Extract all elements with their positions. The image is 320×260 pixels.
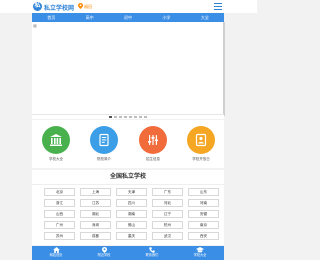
main-nav: 首页 高中 初中 小学 大全 — [32, 13, 224, 22]
slider-dot[interactable] — [139, 116, 142, 118]
region-link[interactable]: 湖北 — [80, 210, 111, 218]
banner-slider[interactable] — [32, 22, 224, 114]
quick-links: 学校大全 院校简介 招生信息 学校开放日 — [32, 120, 224, 168]
nav-home[interactable]: 首页 — [32, 13, 70, 22]
sliders-icon — [139, 126, 167, 154]
region-link[interactable]: 杭州 — [152, 221, 183, 229]
nav-all[interactable]: 大全 — [186, 13, 224, 22]
region-link[interactable]: 河北 — [152, 199, 183, 207]
header: 私 私立学校网 福田 — [0, 0, 257, 13]
region-link[interactable]: 四川 — [116, 199, 147, 207]
tab-label: 联系我们 — [145, 253, 159, 257]
nav-primary-school[interactable]: 小学 — [147, 13, 185, 22]
region-link[interactable]: 浙江 — [44, 199, 75, 207]
tab-nearby[interactable]: 附近学校 — [80, 246, 128, 260]
quick-link-admissions[interactable]: 招生信息 — [139, 126, 167, 162]
region-link[interactable]: 武汉 — [152, 232, 183, 240]
region-link[interactable]: 佛山 — [116, 221, 147, 229]
region-link[interactable]: 广东 — [152, 188, 183, 196]
region-link[interactable]: 河南 — [188, 199, 219, 207]
document-icon — [90, 126, 118, 154]
tab-all-schools[interactable]: 学校大全 — [176, 246, 224, 260]
quick-link-label: 院校简介 — [97, 157, 111, 161]
quick-link-intro[interactable]: 院校简介 — [90, 126, 118, 162]
region-link[interactable]: 山东 — [188, 188, 219, 196]
tab-contact[interactable]: 联系我们 — [128, 246, 176, 260]
slider-dot[interactable] — [114, 116, 117, 118]
region-link[interactable]: 北京 — [44, 188, 75, 196]
slider-dot[interactable] — [109, 116, 112, 118]
region-link[interactable]: 安徽 — [188, 210, 219, 218]
region-link[interactable]: 苏州 — [44, 232, 75, 240]
slider-dot[interactable] — [134, 116, 137, 118]
menu-icon[interactable] — [214, 3, 222, 10]
region-link[interactable]: 山西 — [44, 210, 75, 218]
region-grid: 北京 上海 天津 广东 山东浙江 江苏 四川 河北 河南山西 湖北 湖南 辽宁 安徽广州 深圳 佛山 杭州 南京… — [32, 185, 224, 245]
region-link[interactable]: 重庆 — [116, 232, 147, 240]
phone-icon — [128, 246, 176, 253]
region-link[interactable]: 湖南 — [116, 210, 147, 218]
slider-dots — [32, 114, 224, 119]
slider-dot[interactable] — [129, 116, 132, 118]
region-link[interactable]: 上海 — [80, 188, 111, 196]
quick-link-label: 学校大全 — [49, 157, 63, 161]
tab-home[interactable]: 网站首页 — [32, 246, 80, 260]
quick-link-label: 招生信息 — [146, 157, 160, 161]
nav-middle-school[interactable]: 初中 — [109, 13, 147, 22]
current-location[interactable]: 福田 — [84, 4, 92, 10]
slider-dot[interactable] — [144, 116, 147, 118]
nav-high-school[interactable]: 高中 — [70, 13, 108, 22]
graduation-cap-icon — [176, 246, 224, 253]
id-card-icon — [187, 126, 215, 154]
site-name[interactable]: 私立学校网 — [44, 3, 74, 12]
region-link[interactable]: 深圳 — [80, 221, 111, 229]
school-building-icon — [42, 126, 70, 154]
region-link[interactable]: 广州 — [44, 221, 75, 229]
logo-icon[interactable]: 私 — [33, 2, 42, 11]
region-link[interactable]: 成都 — [80, 232, 111, 240]
quick-link-open-day[interactable]: 学校开放日 — [187, 126, 215, 162]
slider-dot[interactable] — [119, 116, 122, 118]
bottom-tab-bar: 网站首页 附近学校 联系我们 学校大全 — [32, 246, 224, 260]
quick-link-schools[interactable]: 学校大全 — [42, 126, 70, 162]
region-link[interactable]: 西安 — [188, 232, 219, 240]
region-link[interactable]: 南京 — [188, 221, 219, 229]
scrollbar[interactable] — [223, 22, 225, 116]
tab-label: 学校大全 — [193, 253, 207, 257]
region-link[interactable]: 辽宁 — [152, 210, 183, 218]
tab-label: 附近学校 — [97, 253, 111, 257]
home-icon — [32, 246, 80, 253]
broken-image-icon: ▦ — [33, 23, 37, 28]
region-link[interactable]: 天津 — [116, 188, 147, 196]
location-pin-icon[interactable] — [78, 3, 83, 9]
quick-link-label: 学校开放日 — [192, 157, 210, 161]
section-title: 全国私立学校 — [32, 170, 224, 185]
location-icon — [80, 246, 128, 253]
slider-dot[interactable] — [124, 116, 127, 118]
region-link[interactable]: 江苏 — [80, 199, 111, 207]
tab-label: 网站首页 — [49, 253, 63, 257]
